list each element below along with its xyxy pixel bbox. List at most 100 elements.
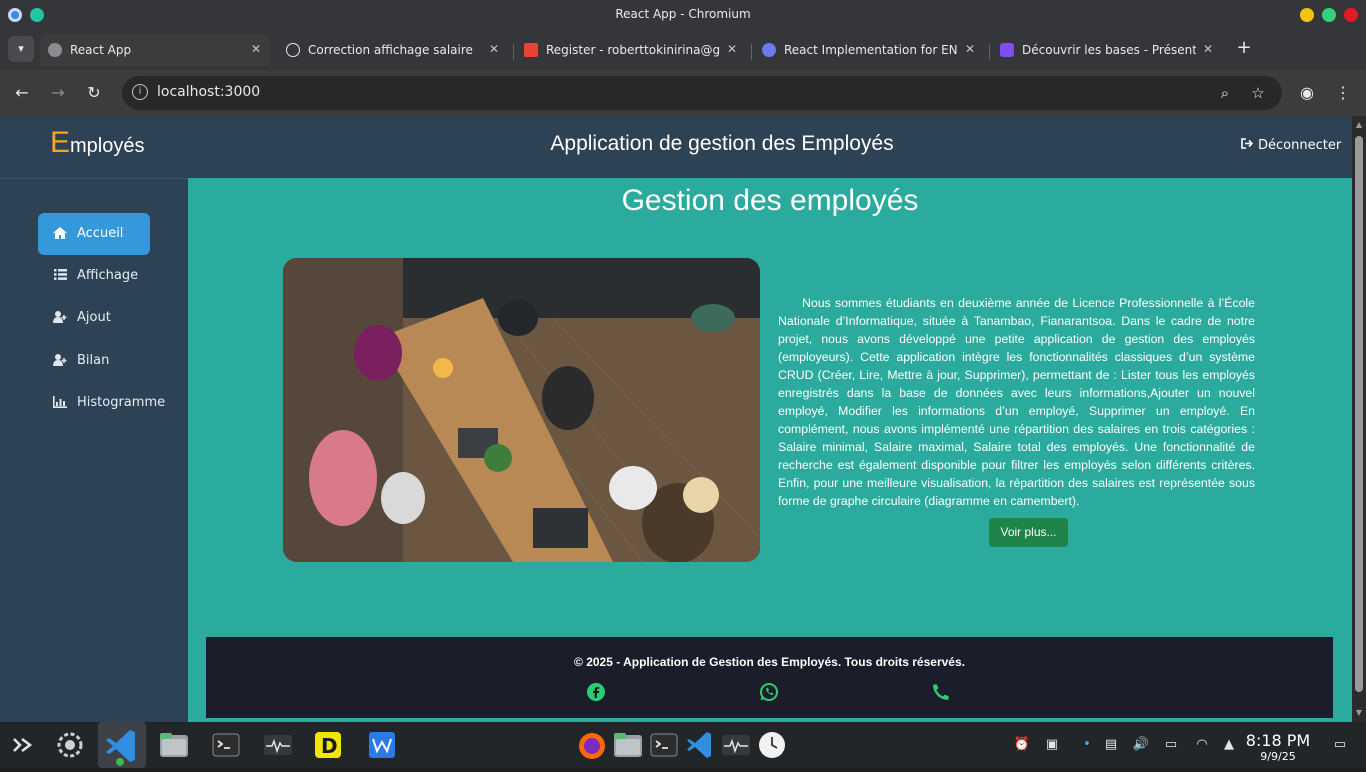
clock-date: 9/9/25 xyxy=(1260,750,1296,763)
alarm-icon[interactable]: ⏰ xyxy=(1013,736,1031,754)
maximize-button[interactable] xyxy=(1322,8,1336,22)
site-info-icon[interactable]: i xyxy=(132,84,148,100)
bookmark-star-icon[interactable]: ☆ xyxy=(1248,83,1268,103)
window-title: React App - Chromium xyxy=(615,7,751,21)
bar-chart-icon xyxy=(53,396,67,410)
sidebar-item-label: Ajout xyxy=(77,310,111,325)
address-bar[interactable]: i localhost:3000 ⌕ ☆ xyxy=(122,76,1282,110)
close-window-button[interactable] xyxy=(1344,8,1358,22)
clipboard-icon[interactable]: ▣ xyxy=(1043,736,1061,754)
sidebar-item-affichage[interactable]: Affichage xyxy=(38,255,150,297)
tray-expand-icon[interactable]: ▲ xyxy=(1220,736,1238,754)
globe-icon xyxy=(48,43,62,57)
url-text[interactable]: localhost:3000 xyxy=(157,84,260,100)
user-plus-icon xyxy=(53,311,67,325)
app-header: Employés Application de gestion des Empl… xyxy=(0,116,1352,178)
facebook-icon[interactable] xyxy=(586,682,608,704)
show-desktop-icon[interactable]: ▭ xyxy=(1331,736,1349,754)
sidebar-item-histogramme[interactable]: Histogramme xyxy=(38,382,165,424)
copyright-text: © 2025 - Application de Gestion des Empl… xyxy=(574,655,965,669)
reload-button[interactable]: ↻ xyxy=(83,82,105,104)
sidebar-item-accueil[interactable]: Accueil xyxy=(38,213,150,255)
launcher-icon[interactable] xyxy=(6,729,38,761)
gmail-icon xyxy=(524,43,538,57)
close-tab-icon[interactable]: ✕ xyxy=(962,41,978,57)
wifi-icon[interactable]: ◠ xyxy=(1193,736,1211,754)
tab-correction[interactable]: Correction affichage salaire ✕ xyxy=(278,34,508,66)
list-icon xyxy=(53,269,67,283)
tab-react-implementation[interactable]: React Implementation for ENI A ✕ xyxy=(754,34,984,66)
close-tab-icon[interactable]: ✕ xyxy=(248,41,264,57)
clock-time: 8:18 PM xyxy=(1245,731,1311,750)
back-button[interactable]: ← xyxy=(11,82,33,104)
sidebar-item-ajout[interactable]: Ajout xyxy=(38,297,150,339)
web-page: Employés Application de gestion des Empl… xyxy=(0,116,1352,722)
menu-icon[interactable]: ⋮ xyxy=(1332,82,1354,104)
zoom-icon[interactable]: ⌕ xyxy=(1215,83,1235,103)
tab-label: Register - roberttokinirina@gma xyxy=(546,43,720,57)
sidebar-item-label: Histogramme xyxy=(77,395,166,410)
sidebar: Accueil Affichage Ajout Bilan Histogramm… xyxy=(0,178,188,722)
sidebar-item-label: Bilan xyxy=(77,353,110,368)
svg-text:D: D xyxy=(321,734,338,758)
tab-react-app[interactable]: React App ✕ xyxy=(40,34,270,66)
close-tab-icon[interactable]: ✕ xyxy=(486,41,502,57)
forward-button[interactable]: → xyxy=(47,82,69,104)
system-monitor-icon[interactable] xyxy=(262,729,294,761)
tab-register[interactable]: Register - roberttokinirina@gma ✕ xyxy=(516,34,746,66)
tab-strip: ▾ React App ✕ Correction affichage salai… xyxy=(0,30,1366,70)
system-monitor-icon[interactable] xyxy=(720,729,752,761)
sidebar-item-label: Affichage xyxy=(77,268,139,283)
tab-label: Découvrir les bases - Présentatio xyxy=(1022,43,1196,57)
app-icon xyxy=(1000,43,1014,57)
dbeaver-icon[interactable]: D xyxy=(312,729,344,761)
new-tab-button[interactable]: + xyxy=(1234,38,1254,58)
office-photo xyxy=(283,258,760,562)
minimize-button[interactable] xyxy=(1300,8,1314,22)
settings-icon[interactable] xyxy=(54,729,86,761)
terminal-icon[interactable] xyxy=(210,729,242,761)
page-title: Gestion des employés xyxy=(621,184,919,217)
tab-label: React Implementation for ENI A xyxy=(784,43,958,57)
volume-icon[interactable]: 🔊 xyxy=(1132,736,1150,754)
terminal-icon[interactable] xyxy=(648,729,680,761)
whatsapp-icon[interactable] xyxy=(759,682,781,704)
profile-icon[interactable]: ◉ xyxy=(1296,82,1318,104)
app-title: Application de gestion des Employés xyxy=(550,132,894,155)
phone-icon[interactable] xyxy=(931,682,953,704)
battery-icon[interactable]: ▭ xyxy=(1162,736,1180,754)
close-tab-icon[interactable]: ✕ xyxy=(1200,41,1216,57)
logout-label: Déconnecter xyxy=(1258,138,1342,153)
sidebar-item-label: Accueil xyxy=(77,226,124,241)
see-more-button[interactable]: Voir plus... xyxy=(989,518,1068,547)
logout-icon xyxy=(1241,138,1254,153)
tab-label: Correction affichage salaire xyxy=(308,43,473,57)
scroll-up-icon[interactable]: ▲ xyxy=(1354,120,1364,130)
description-text: Nous sommes étudiants en deuxième année … xyxy=(778,296,1255,508)
tab-search-button[interactable]: ▾ xyxy=(8,36,34,62)
page-scrollbar[interactable]: ▲ ▼ xyxy=(1352,116,1366,722)
user-plus-icon xyxy=(53,354,67,368)
sidebar-item-bilan[interactable]: Bilan xyxy=(38,340,150,382)
clock-icon[interactable] xyxy=(756,729,788,761)
files-icon[interactable] xyxy=(612,729,644,761)
scroll-down-icon[interactable]: ▼ xyxy=(1354,708,1364,718)
vscode-icon[interactable] xyxy=(684,729,716,761)
notification-dot-icon[interactable]: • xyxy=(1078,736,1096,754)
notes-icon[interactable]: ▤ xyxy=(1102,736,1120,754)
footer: © 2025 - Application de Gestion des Empl… xyxy=(206,635,1333,718)
wps-icon[interactable] xyxy=(366,729,398,761)
home-icon xyxy=(53,227,67,241)
firefox-icon[interactable] xyxy=(576,729,608,761)
vscode-icon[interactable] xyxy=(98,722,146,768)
close-tab-icon[interactable]: ✕ xyxy=(724,41,740,57)
tab-label: React App xyxy=(70,43,132,57)
browser-toolbar: ← → ↻ i localhost:3000 ⌕ ☆ ◉ ⋮ xyxy=(0,70,1366,116)
scrollbar-thumb[interactable] xyxy=(1355,136,1363,692)
logout-button[interactable]: Déconnecter xyxy=(1241,138,1341,153)
claude-icon xyxy=(762,43,776,57)
taskbar-clock[interactable]: 8:18 PM 9/9/25 xyxy=(1242,731,1314,763)
chatgpt-icon xyxy=(286,43,300,57)
tab-decouvrir[interactable]: Découvrir les bases - Présentatio ✕ xyxy=(992,34,1222,66)
files-icon[interactable] xyxy=(158,729,190,761)
